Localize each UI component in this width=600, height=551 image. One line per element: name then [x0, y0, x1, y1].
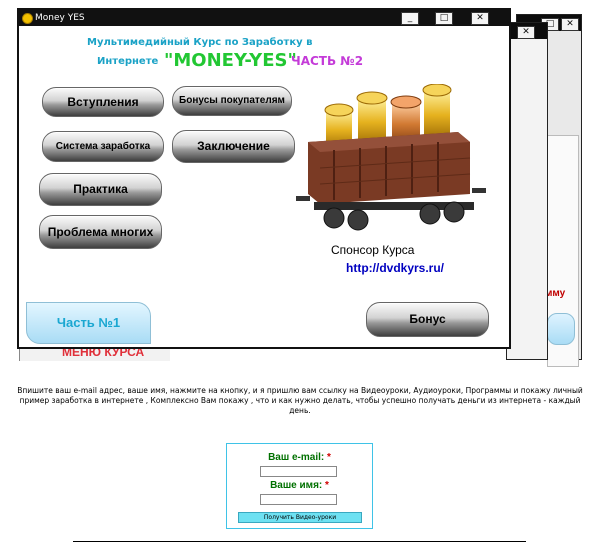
email-label: Ваш e-mail: * — [227, 452, 372, 463]
brand-title: "MONEY-YES" — [164, 50, 297, 71]
background-window-close-button[interactable]: ✕ — [561, 18, 579, 31]
minimize-button[interactable]: _ — [401, 12, 419, 25]
menu-button-intro[interactable]: Вступления — [42, 87, 164, 117]
title-bar[interactable]: Money YES _ □ ✕ — [19, 10, 509, 26]
name-required-mark: * — [325, 480, 329, 491]
close-button[interactable]: ✕ — [471, 12, 489, 25]
course-heading-line1: Мультимедийный Курс по Заработку в — [87, 37, 313, 48]
background-partial-text: мму — [545, 288, 566, 299]
background-window-middle: ✕ — [506, 22, 548, 360]
sponsor-link[interactable]: http://dvdkyrs.ru/ — [346, 261, 444, 275]
maximize-button[interactable]: □ — [435, 12, 453, 25]
divider-line — [73, 541, 526, 542]
email-field[interactable] — [260, 466, 337, 477]
email-label-text: Ваш e-mail: — [268, 452, 325, 463]
app-icon — [22, 13, 33, 24]
part1-button[interactable]: Часть №1 — [26, 302, 151, 344]
main-window: Money YES _ □ ✕ Мультимедийный Курс по З… — [17, 8, 511, 349]
email-required-mark: * — [327, 452, 331, 463]
window-title: Money YES — [35, 13, 85, 23]
name-label: Ваше имя: * — [227, 480, 372, 491]
background-blue-pill — [547, 313, 575, 345]
signup-description: Впишите ваш e-mail адрес, ваше имя, нажм… — [17, 386, 583, 415]
window-content: Мультимедийный Курс по Заработку в Интер… — [19, 26, 509, 347]
background-window-close-button[interactable]: ✕ — [517, 26, 535, 39]
part-title: ЧАСТЬ №2 — [291, 54, 364, 68]
menu-button-practice[interactable]: Практика — [39, 173, 162, 206]
name-label-text: Ваше имя: — [270, 480, 323, 491]
menu-button-common-problem[interactable]: Проблема многих — [39, 215, 162, 249]
train-car-with-coins-image — [296, 84, 486, 231]
name-field[interactable] — [260, 494, 337, 505]
course-heading-line2: Интернете — [97, 56, 159, 67]
bonus-button[interactable]: Бонус — [366, 302, 489, 337]
menu-button-earning-system[interactable]: Система заработка — [42, 131, 164, 162]
signup-form: Ваш e-mail: * Ваше имя: * Получить Видео… — [226, 443, 373, 529]
menu-button-bonuses[interactable]: Бонусы покупателям — [172, 86, 292, 116]
menu-button-conclusion[interactable]: Заключение — [172, 130, 295, 163]
sponsor-label: Спонсор Курса — [331, 243, 415, 257]
get-video-lessons-button[interactable]: Получить Видео-уроки — [238, 512, 362, 523]
